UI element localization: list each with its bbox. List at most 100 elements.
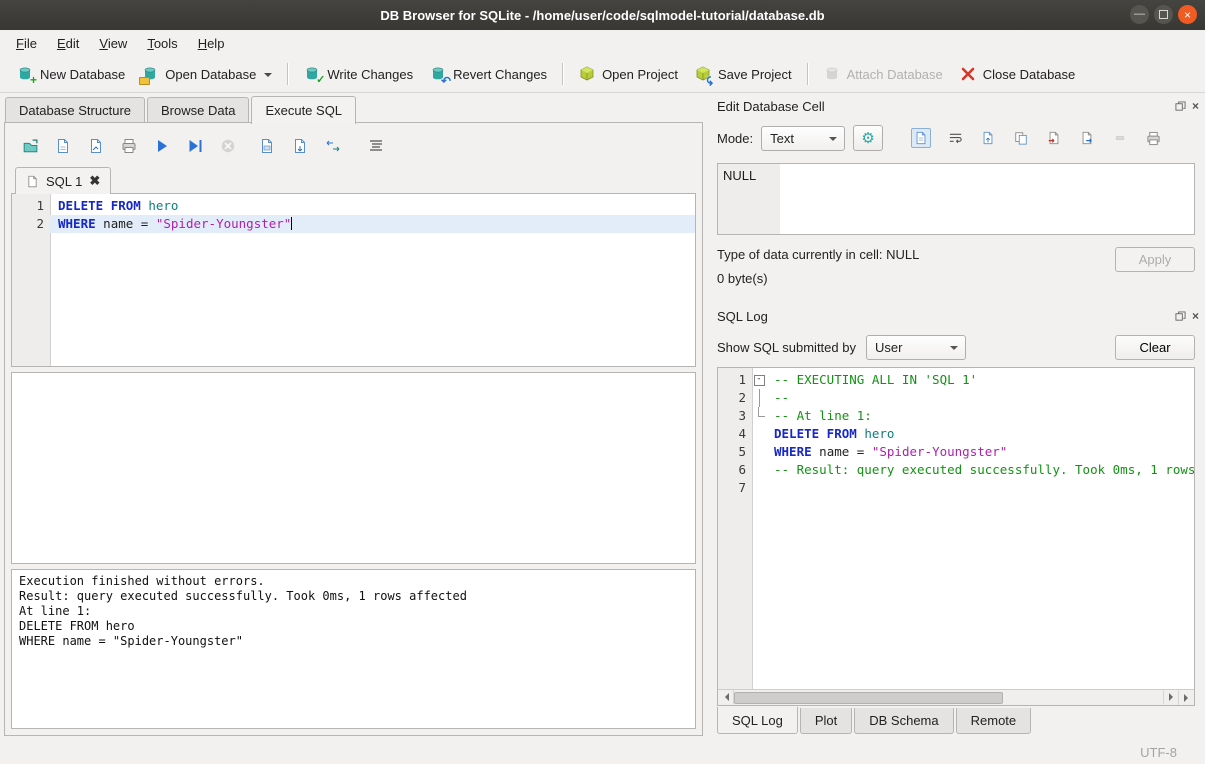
copy-cell-icon[interactable]: [1012, 129, 1030, 147]
code-line[interactable]: 4DELETE FROM hero: [718, 425, 1194, 443]
scrollbar-thumb[interactable]: [734, 692, 1003, 704]
tab-browse-data[interactable]: Browse Data: [147, 97, 249, 123]
scrollbar-corner[interactable]: [1178, 689, 1194, 705]
float-panel-icon[interactable]: [1175, 311, 1186, 322]
apply-button[interactable]: Apply: [1115, 247, 1195, 272]
close-panel-icon[interactable]: ×: [1192, 310, 1199, 322]
toolbar-separator: [287, 63, 288, 85]
code-line[interactable]: 2WHERE name = "Spider-Youngster": [12, 215, 695, 233]
export-results-icon[interactable]: [258, 137, 276, 155]
fold-marker[interactable]: -: [752, 371, 766, 389]
maximize-button[interactable]: [1154, 5, 1173, 24]
tab-db-schema[interactable]: DB Schema: [854, 708, 953, 734]
code-line[interactable]: 3-- At line 1:: [718, 407, 1194, 425]
edit-cell-title: Edit Database Cell: [717, 99, 1175, 114]
scroll-right-icon[interactable]: [1163, 690, 1179, 704]
sql-toolbar: [11, 129, 696, 163]
sql-log-view[interactable]: 1--- EXECUTING ALL IN 'SQL 1'2--3-- At l…: [717, 367, 1195, 706]
close-panel-icon[interactable]: ×: [1192, 100, 1199, 112]
open-database-dropdown-icon[interactable]: [264, 73, 272, 81]
code-text: WHERE name = "Spider-Youngster": [50, 215, 695, 233]
save-results-icon[interactable]: [291, 137, 309, 155]
close-database-button[interactable]: Close Database: [951, 62, 1084, 87]
code-text: -- EXECUTING ALL IN 'SQL 1': [766, 371, 1194, 389]
sql-tab-close-icon[interactable]: ✖: [89, 173, 100, 189]
mode-label: Mode:: [717, 131, 753, 146]
fold-marker: [752, 479, 766, 497]
menu-view[interactable]: View: [89, 32, 137, 55]
attach-database-button[interactable]: Attach Database: [815, 62, 951, 87]
save-sql-as-icon[interactable]: [87, 137, 105, 155]
menu-help[interactable]: Help: [188, 32, 235, 55]
minimize-button[interactable]: —: [1130, 5, 1149, 24]
submitted-by-label: Show SQL submitted by: [717, 340, 856, 355]
text-cursor: [291, 217, 292, 230]
save-sql-file-icon[interactable]: [54, 137, 72, 155]
results-grid[interactable]: [11, 372, 696, 564]
sql-log-title: SQL Log: [717, 309, 1175, 324]
word-wrap-icon[interactable]: [946, 129, 964, 147]
sql-editor[interactable]: 1DELETE FROM hero2WHERE name = "Spider-Y…: [11, 193, 696, 367]
stop-execution-icon[interactable]: [219, 137, 237, 155]
open-sql-file-icon[interactable]: [21, 137, 39, 155]
tab-plot[interactable]: Plot: [800, 708, 852, 734]
submitted-by-select[interactable]: User: [866, 335, 966, 360]
text-view-icon[interactable]: [911, 128, 931, 148]
code-line[interactable]: 1--- EXECUTING ALL IN 'SQL 1': [718, 371, 1194, 389]
fold-marker: [752, 443, 766, 461]
submitted-by-value: User: [875, 340, 902, 355]
code-text: DELETE FROM hero: [50, 197, 695, 215]
clear-log-button[interactable]: Clear: [1115, 335, 1195, 360]
new-database-button[interactable]: + New Database: [8, 62, 133, 87]
line-number: 3: [718, 407, 752, 425]
code-line[interactable]: 2--: [718, 389, 1194, 407]
import-cell-data-icon[interactable]: [1045, 129, 1063, 147]
print-sql-icon[interactable]: [120, 137, 138, 155]
code-text: -- Result: query executed successfully. …: [766, 461, 1194, 479]
code-line[interactable]: 5WHERE name = "Spider-Youngster": [718, 443, 1194, 461]
open-cell-data-icon[interactable]: [979, 129, 997, 147]
open-project-button[interactable]: Open Project: [570, 62, 686, 87]
write-changes-button[interactable]: ✓ Write Changes: [295, 62, 421, 87]
close-button[interactable]: ×: [1178, 5, 1197, 24]
attach-database-icon: [823, 66, 841, 83]
code-line[interactable]: 1DELETE FROM hero: [12, 197, 695, 215]
left-panel: Database Structure Browse Data Execute S…: [0, 93, 705, 740]
close-database-icon: [959, 66, 977, 83]
sql-log-header: SQL Log ×: [707, 303, 1205, 329]
open-database-button[interactable]: Open Database: [133, 62, 280, 87]
auto-detect-button[interactable]: ⚙: [853, 125, 883, 151]
menu-edit[interactable]: Edit: [47, 32, 89, 55]
execute-all-icon[interactable]: [153, 137, 171, 155]
open-database-label: Open Database: [165, 67, 256, 82]
cell-editor[interactable]: NULL: [717, 163, 1195, 235]
cell-value: NULL: [723, 168, 756, 183]
save-project-button[interactable]: ↶ Save Project: [686, 62, 800, 87]
scroll-left-icon[interactable]: [718, 690, 734, 704]
menu-tools[interactable]: Tools: [137, 32, 187, 55]
code-line[interactable]: 7: [718, 479, 1194, 497]
gear-icon: ⚙: [861, 131, 874, 146]
log-horizontal-scrollbar[interactable]: [718, 689, 1179, 705]
tab-database-structure[interactable]: Database Structure: [5, 97, 145, 123]
tab-remote[interactable]: Remote: [956, 708, 1032, 734]
execution-messages[interactable]: Execution finished without errors. Resul…: [11, 569, 696, 729]
find-replace-icon[interactable]: [324, 137, 342, 155]
line-number: 1: [12, 197, 50, 215]
main-area: Database Structure Browse Data Execute S…: [0, 93, 1205, 740]
mode-select[interactable]: Text: [761, 126, 845, 151]
print-cell-icon[interactable]: [1144, 129, 1162, 147]
execute-line-icon[interactable]: [186, 137, 204, 155]
set-null-icon[interactable]: [1111, 129, 1129, 147]
statusbar: UTF-8: [0, 740, 1205, 764]
open-project-label: Open Project: [602, 67, 678, 82]
tab-sql-log[interactable]: SQL Log: [717, 707, 798, 734]
format-sql-icon[interactable]: [367, 137, 385, 155]
menu-file[interactable]: File: [6, 32, 47, 55]
float-panel-icon[interactable]: [1175, 101, 1186, 112]
code-line[interactable]: 6-- Result: query executed successfully.…: [718, 461, 1194, 479]
revert-changes-button[interactable]: ↶ Revert Changes: [421, 62, 555, 87]
sql-tab[interactable]: SQL 1 ✖: [15, 167, 111, 194]
tab-execute-sql[interactable]: Execute SQL: [251, 96, 356, 124]
export-cell-data-icon[interactable]: [1078, 129, 1096, 147]
